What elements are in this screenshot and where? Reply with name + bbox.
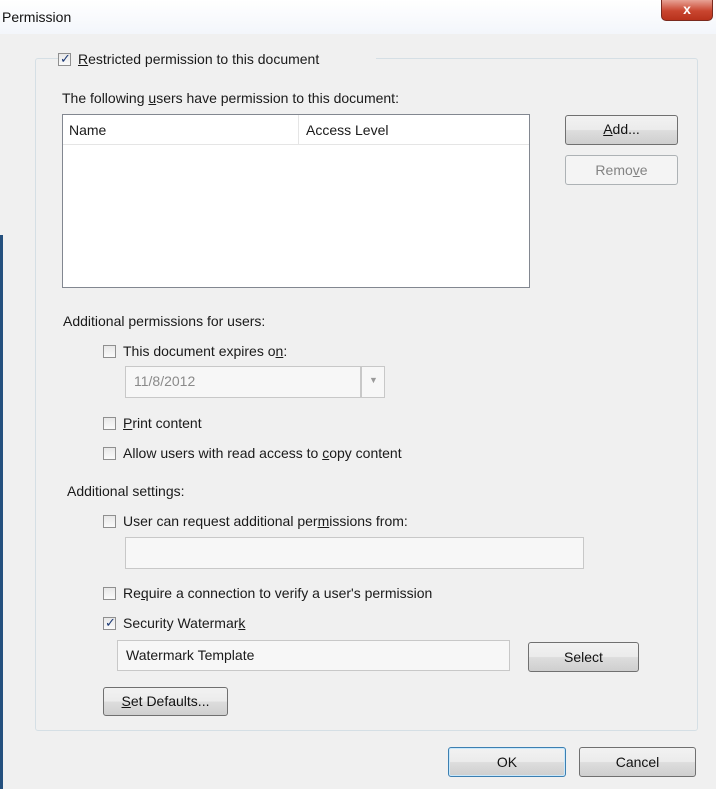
cancel-button[interactable]: Cancel [579, 747, 696, 777]
watermark-template-value: Watermark Template [126, 647, 255, 663]
set-defaults-button[interactable]: Set Defaults... [103, 687, 228, 716]
select-button[interactable]: Select [528, 642, 639, 672]
window-title: Permission [2, 9, 72, 25]
security-watermark-label: Security Watermark [123, 615, 246, 631]
check-icon: ✓ [60, 51, 71, 66]
ok-button[interactable]: OK [448, 747, 566, 777]
column-header-access-level[interactable]: Access Level [306, 122, 388, 138]
chevron-down-icon: ▼ [369, 375, 378, 385]
expires-checkbox[interactable] [103, 345, 116, 358]
column-separator[interactable] [298, 115, 299, 144]
security-watermark-checkbox[interactable]: ✓ [103, 615, 116, 630]
users-caption: The following users have permission to t… [62, 90, 399, 106]
expires-label: This document expires on: [123, 343, 288, 359]
additional-permissions-heading: Additional permissions for users: [63, 313, 266, 329]
users-list-header: Name Access Level [63, 115, 529, 145]
print-checkbox[interactable] [103, 417, 116, 430]
require-connection-label: Require a connection to verify a user's … [123, 585, 433, 601]
restrict-checkbox-box[interactable]: ✓ [58, 51, 71, 66]
close-button[interactable]: x [661, 0, 713, 21]
request-permissions-field[interactable] [125, 537, 584, 569]
add-button[interactable]: Add... [565, 115, 678, 145]
require-connection-checkbox[interactable] [103, 587, 116, 600]
remove-button[interactable]: Remove [565, 155, 678, 185]
copy-label: Allow users with read access to copy con… [123, 445, 402, 461]
check-icon: ✓ [105, 615, 116, 630]
copy-checkbox[interactable] [103, 447, 116, 460]
print-label: Print content [123, 415, 202, 431]
users-list[interactable]: Name Access Level [62, 114, 530, 288]
request-permissions-checkbox[interactable] [103, 515, 116, 528]
additional-settings-heading: Additional settings: [67, 483, 185, 499]
expiry-date-field[interactable]: 11/8/2012 [125, 366, 361, 398]
window-edge [0, 235, 3, 789]
watermark-template-field: Watermark Template [117, 640, 510, 671]
request-permissions-label: User can request additional permissions … [123, 513, 408, 529]
title-bar: Permission x [0, 0, 716, 34]
column-header-name[interactable]: Name [69, 122, 106, 138]
expiry-date-dropdown[interactable]: ▼ [361, 366, 385, 398]
restrict-checkbox-label: Restricted permission to this document [78, 51, 320, 67]
close-icon: x [683, 1, 691, 17]
expiry-date-value: 11/8/2012 [134, 373, 196, 389]
